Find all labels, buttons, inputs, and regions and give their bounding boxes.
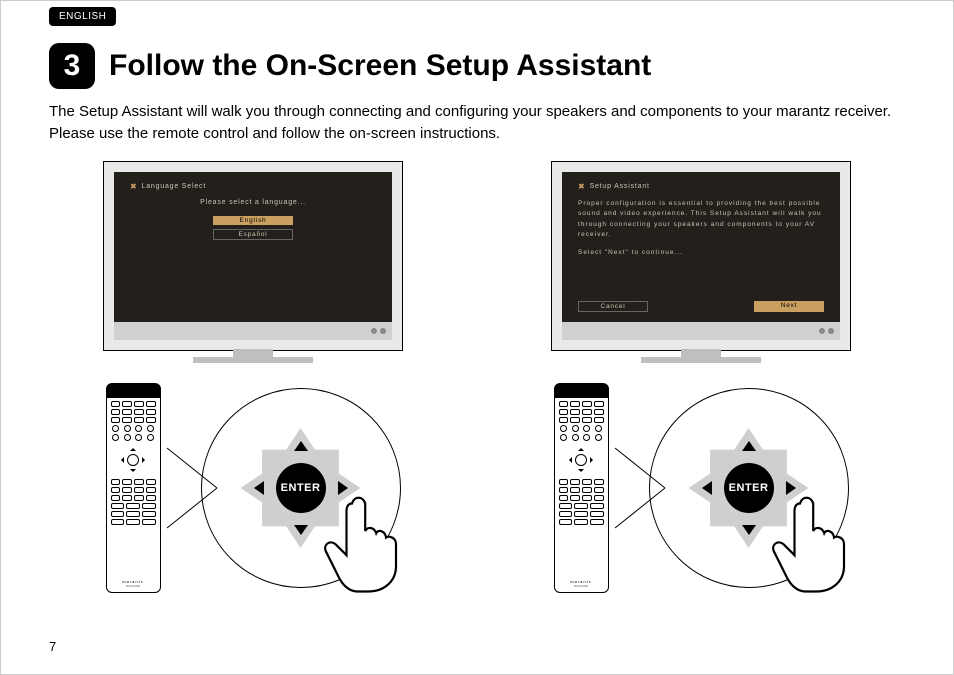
- next-button: Next: [754, 301, 824, 312]
- tools-icon: ✖: [578, 182, 586, 191]
- remote-transport-buttons: [111, 479, 156, 501]
- screen-title-row: ✖ Language Select: [130, 182, 376, 191]
- tv-control-bar: [114, 322, 392, 340]
- tv-stand: [641, 357, 761, 363]
- figures-row: ✖ Language Select Please select a langua…: [49, 161, 905, 614]
- remote-model-label: RC015SR: [559, 584, 604, 588]
- dpad-enter-icon: [575, 454, 587, 466]
- tv-control-bar: [562, 322, 840, 340]
- callout-leader-line: [610, 488, 660, 489]
- page-number: 7: [49, 639, 56, 654]
- arrow-left-icon: [695, 481, 712, 495]
- screen-cta: Select "Next" to continue...: [578, 249, 824, 256]
- figure-right: ✖ Setup Assistant Proper configuration i…: [497, 161, 905, 614]
- tv-bezel: ✖ Setup Assistant Proper configuration i…: [551, 161, 851, 351]
- callout-leader-line: [162, 488, 212, 489]
- dpad-down-icon: [578, 469, 584, 475]
- hand-icon: [756, 487, 866, 597]
- remote-model-label: RC015SR: [111, 584, 156, 588]
- arrow-up-icon: [742, 434, 756, 451]
- remote-round-buttons: [559, 425, 604, 441]
- remote-callout-right: marantz RC015SR ENTER: [497, 383, 905, 593]
- dpad-right-icon: [142, 457, 148, 463]
- dpad-up-icon: [578, 445, 584, 451]
- remote-top-section: [555, 384, 608, 398]
- tv-screen-setup: ✖ Setup Assistant Proper configuration i…: [562, 172, 840, 322]
- remote-dpad: [111, 443, 156, 477]
- option-espanol: Español: [213, 229, 293, 240]
- dpad-right-icon: [590, 457, 596, 463]
- screen-title: Language Select: [142, 183, 207, 190]
- screen-title-row: ✖ Setup Assistant: [578, 182, 824, 191]
- screen-options: English Español: [130, 216, 376, 240]
- arrow-down-icon: [294, 525, 308, 542]
- tv-bezel: ✖ Language Select Please select a langua…: [103, 161, 403, 351]
- figure-left: ✖ Language Select Please select a langua…: [49, 161, 457, 614]
- dpad-left-icon: [118, 457, 124, 463]
- remote-number-buttons: [559, 503, 604, 525]
- remote-source-buttons: [559, 401, 604, 423]
- body-paragraph: The Setup Assistant will walk you throug…: [49, 101, 905, 145]
- tv-led-icon: [828, 328, 834, 334]
- tv-led-icon: [371, 328, 377, 334]
- tv-led-icon: [380, 328, 386, 334]
- enter-callout: ENTER: [649, 388, 849, 588]
- cancel-button: Cancel: [578, 301, 648, 312]
- remote-control: marantz RC015SR: [554, 383, 609, 593]
- dpad-down-icon: [130, 469, 136, 475]
- remote-round-buttons: [111, 425, 156, 441]
- screen-prompt: Please select a language...: [130, 199, 376, 206]
- tools-icon: ✖: [130, 182, 138, 191]
- arrow-up-icon: [294, 434, 308, 451]
- dpad-enter-icon: [127, 454, 139, 466]
- arrow-down-icon: [742, 525, 756, 542]
- tv-right: ✖ Setup Assistant Proper configuration i…: [551, 161, 851, 363]
- step-number-badge: 3: [49, 43, 95, 89]
- remote-top-section: [107, 384, 160, 398]
- screen-paragraph: Proper configuration is essential to pro…: [578, 199, 824, 241]
- tv-screen-language: ✖ Language Select Please select a langua…: [114, 172, 392, 322]
- dpad-left-icon: [566, 457, 572, 463]
- remote-source-buttons: [111, 401, 156, 423]
- remote-control: marantz RC015SR: [106, 383, 161, 593]
- option-english: English: [213, 216, 293, 225]
- remote-callout-left: marantz RC015SR ENTER: [49, 383, 457, 593]
- language-tag: ENGLISH: [49, 7, 116, 26]
- screen-buttons: Cancel Next: [578, 301, 824, 312]
- tv-led-icon: [819, 328, 825, 334]
- hand-icon: [308, 487, 418, 597]
- tv-stand: [193, 357, 313, 363]
- dpad-up-icon: [130, 445, 136, 451]
- step-heading: 3 Follow the On-Screen Setup Assistant: [49, 43, 651, 89]
- arrow-left-icon: [247, 481, 264, 495]
- enter-callout: ENTER: [201, 388, 401, 588]
- heading-text: Follow the On-Screen Setup Assistant: [109, 49, 651, 83]
- remote-dpad: [559, 443, 604, 477]
- tv-left: ✖ Language Select Please select a langua…: [103, 161, 403, 363]
- remote-number-buttons: [111, 503, 156, 525]
- remote-transport-buttons: [559, 479, 604, 501]
- screen-title: Setup Assistant: [590, 183, 650, 190]
